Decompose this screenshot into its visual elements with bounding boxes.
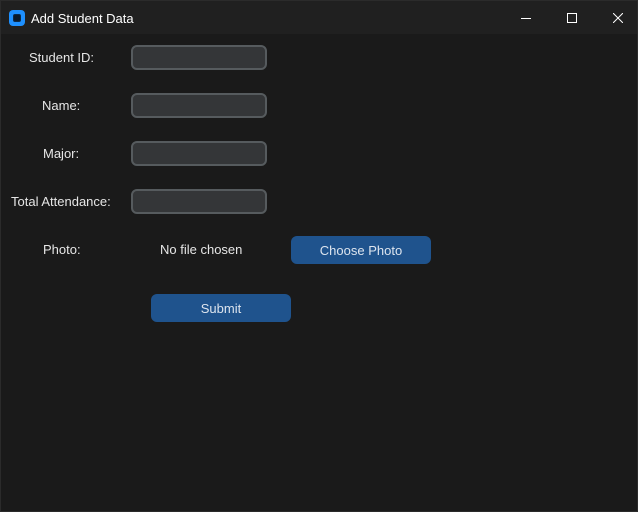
close-button[interactable]: [595, 1, 638, 34]
major-label: Major:: [43, 146, 80, 161]
name-label: Name:: [42, 98, 81, 113]
close-icon: [613, 12, 623, 23]
photo-label: Photo:: [43, 242, 81, 257]
name-input[interactable]: [131, 93, 267, 118]
major-input[interactable]: [131, 141, 267, 166]
student-id-input[interactable]: [131, 45, 267, 70]
window-title: Add Student Data: [31, 11, 134, 26]
total-attendance-label: Total Attendance:: [11, 194, 111, 209]
choose-photo-label: Choose Photo: [319, 242, 403, 258]
photo-file-status: No file chosen: [160, 242, 243, 257]
minimize-icon: [521, 17, 531, 19]
submit-label: Submit: [200, 300, 242, 316]
submit-button[interactable]: Submit: [151, 294, 291, 322]
title-bar[interactable]: Add Student Data: [1, 1, 637, 34]
maximize-icon: [567, 12, 577, 23]
total-attendance-input[interactable]: [131, 189, 267, 214]
app-icon: [9, 10, 25, 26]
student-id-label: Student ID:: [29, 50, 95, 65]
app-window: Add Student Data Student ID: Name: Major…: [0, 0, 638, 512]
maximize-button[interactable]: [549, 1, 595, 34]
minimize-button[interactable]: [503, 1, 549, 34]
choose-photo-button[interactable]: Choose Photo: [291, 236, 431, 264]
